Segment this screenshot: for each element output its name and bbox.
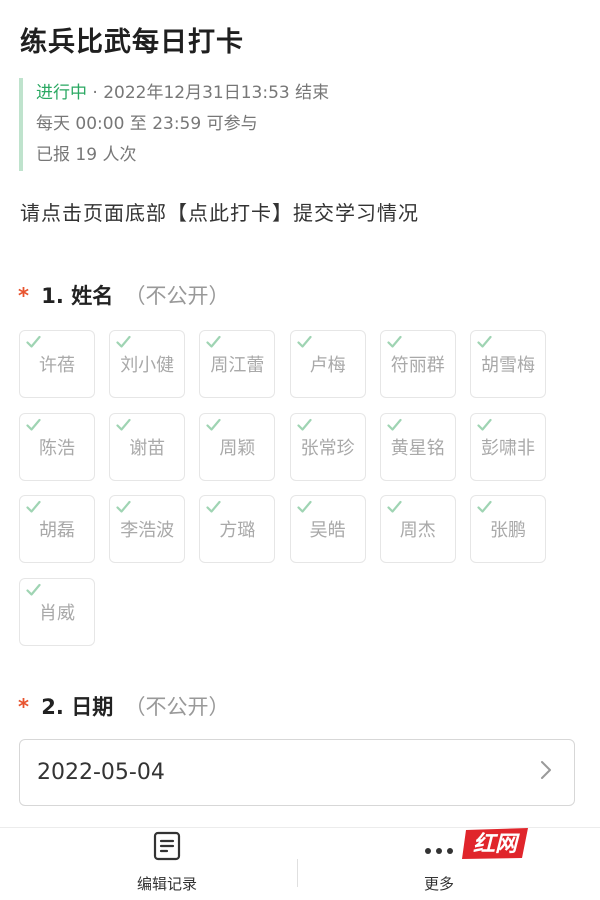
check-icon xyxy=(387,333,402,348)
name-option[interactable]: 周江蕾 xyxy=(199,330,276,398)
edit-record-button[interactable]: 编辑记录 xyxy=(92,828,242,900)
name-option-label: 张鹏 xyxy=(490,520,526,541)
name-option-label: 周江蕾 xyxy=(210,355,265,376)
name-option[interactable]: 吴皓 xyxy=(289,495,366,563)
more-label: 更多 xyxy=(423,875,454,893)
check-icon xyxy=(477,498,492,513)
name-option[interactable]: 胡雪梅 xyxy=(470,330,546,398)
name-option[interactable]: 方璐 xyxy=(199,495,276,563)
name-option-label: 张常珍 xyxy=(300,437,355,459)
name-option[interactable]: 刘小健 xyxy=(109,330,186,398)
check-icon xyxy=(116,498,131,513)
name-option-label: 胡磊 xyxy=(39,520,75,541)
name-option-label: 谢苗 xyxy=(129,437,166,459)
status-line: 进行中 · 2022年12月31日13:53 结束 xyxy=(36,78,329,109)
date-field[interactable]: 2022-05-04 xyxy=(19,739,575,806)
name-option-label: 许蓓 xyxy=(39,355,75,376)
check-icon xyxy=(206,498,221,513)
date-value: 2022-05-04 xyxy=(37,760,165,785)
name-option[interactable]: 卢梅 xyxy=(289,330,366,398)
name-option-label: 陈浩 xyxy=(39,437,75,459)
bottom-bar-separator xyxy=(297,859,298,887)
check-icon xyxy=(116,416,131,431)
privacy-note: （不公开） xyxy=(124,695,230,719)
name-option[interactable]: 周杰 xyxy=(379,495,456,563)
check-icon xyxy=(477,416,492,431)
activity-meta: 进行中 · 2022年12月31日13:53 结束 每天 00:00 至 23:… xyxy=(19,78,329,171)
check-icon xyxy=(26,416,41,431)
name-option-label: 刘小健 xyxy=(120,355,175,376)
more-dots-icon xyxy=(424,841,454,859)
name-option[interactable]: 肖威 xyxy=(19,577,95,646)
name-option[interactable]: 谢苗 xyxy=(109,412,186,481)
name-option[interactable]: 彭啸非 xyxy=(470,412,546,481)
required-mark: * xyxy=(18,284,29,308)
time-window: 每天 00:00 至 23:59 可参与 xyxy=(36,114,258,134)
svg-text:红网: 红网 xyxy=(473,832,520,857)
edit-document-icon xyxy=(153,831,181,865)
name-option[interactable]: 陈浩 xyxy=(19,412,95,481)
check-icon xyxy=(387,416,402,431)
name-option-label: 李浩波 xyxy=(120,520,175,541)
check-icon xyxy=(26,498,41,513)
check-icon xyxy=(206,416,221,431)
check-icon xyxy=(477,333,492,348)
description: 请点击页面底部【点此打卡】提交学习情况 xyxy=(20,201,419,225)
name-option[interactable]: 李浩波 xyxy=(109,495,186,563)
name-option-label: 符丽群 xyxy=(390,355,445,376)
name-option-label: 卢梅 xyxy=(309,355,346,376)
check-icon xyxy=(206,333,221,348)
check-icon xyxy=(26,581,41,596)
required-mark: * xyxy=(18,695,29,719)
name-option-label: 肖威 xyxy=(39,602,75,624)
watermark-logo: 红网 xyxy=(462,826,528,860)
chevron-right-icon xyxy=(540,760,552,786)
check-icon xyxy=(116,333,131,348)
participation-count: 已报 19 人次 xyxy=(36,145,137,165)
name-option[interactable]: 张鹏 xyxy=(470,495,546,563)
name-option[interactable]: 黄星铭 xyxy=(379,412,456,481)
page-title: 练兵比武每日打卡 xyxy=(20,27,244,58)
name-option-label: 吴皓 xyxy=(309,520,346,541)
name-option-label: 彭啸非 xyxy=(481,437,535,459)
name-option[interactable]: 张常珍 xyxy=(289,412,366,481)
name-option-label: 周颖 xyxy=(219,437,256,459)
check-icon xyxy=(387,498,402,513)
status-badge: 进行中 xyxy=(36,83,87,103)
privacy-note: （不公开） xyxy=(124,284,230,308)
question-label: 1. 姓名 xyxy=(41,284,114,308)
name-option[interactable]: 周颖 xyxy=(199,412,276,481)
end-info: · 2022年12月31日13:53 结束 xyxy=(92,83,330,103)
name-option[interactable]: 符丽群 xyxy=(379,330,456,398)
question-2-title: * 2. 日期 （不公开） xyxy=(18,691,230,721)
check-icon xyxy=(296,333,312,348)
check-icon xyxy=(296,416,312,431)
name-option-label: 胡雪梅 xyxy=(481,355,535,376)
edit-record-label: 编辑记录 xyxy=(136,875,197,893)
name-option-label: 周杰 xyxy=(399,520,436,541)
name-option[interactable]: 胡磊 xyxy=(19,495,95,563)
name-option[interactable]: 许蓓 xyxy=(19,330,95,398)
question-label: 2. 日期 xyxy=(41,695,114,719)
check-icon xyxy=(26,333,41,348)
question-1-title: * 1. 姓名 （不公开） xyxy=(18,280,230,310)
check-icon xyxy=(296,498,312,513)
name-option-label: 黄星铭 xyxy=(390,437,445,459)
name-option-label: 方璐 xyxy=(219,520,256,541)
